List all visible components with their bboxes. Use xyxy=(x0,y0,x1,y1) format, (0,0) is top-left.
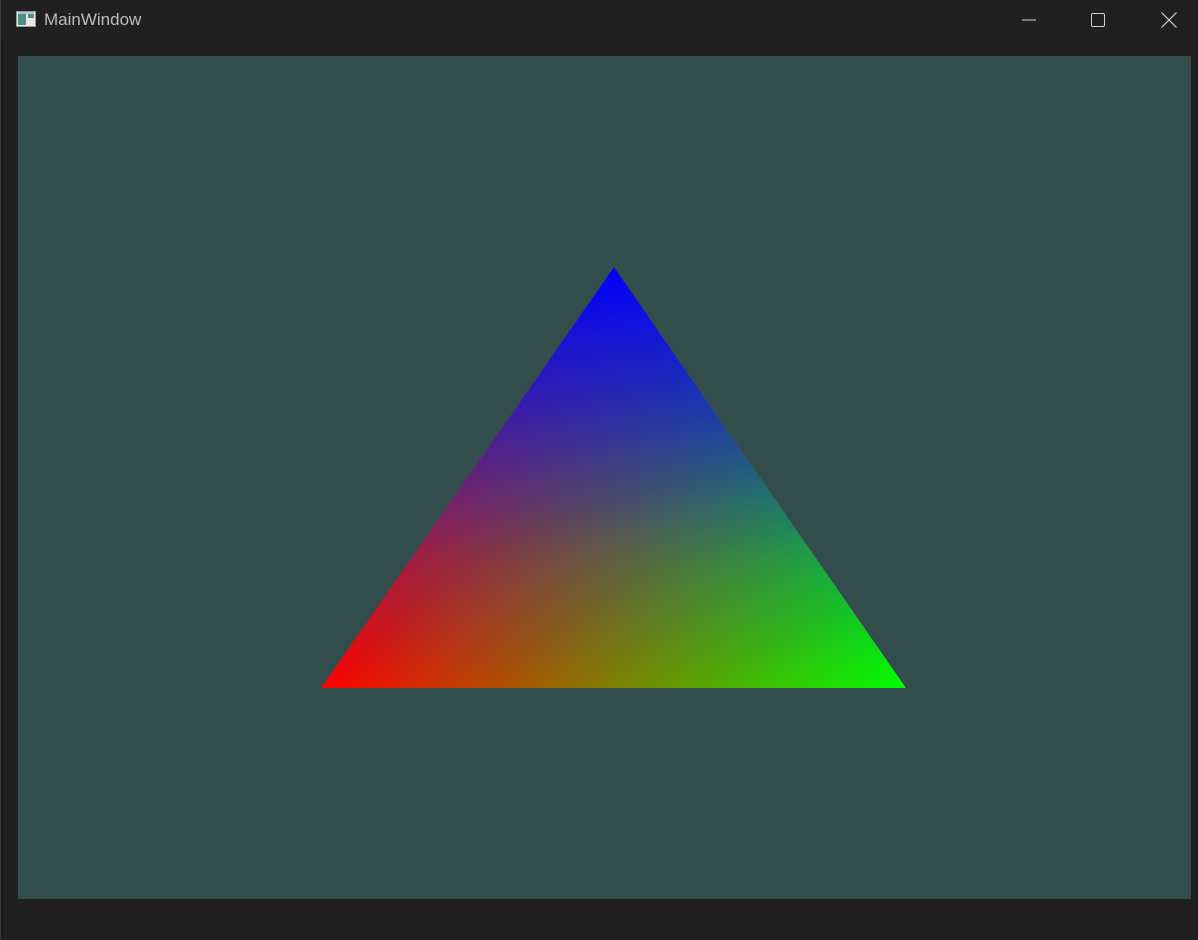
close-button[interactable] xyxy=(1134,0,1198,40)
triangle-canvas xyxy=(321,267,906,688)
close-icon xyxy=(1161,12,1177,28)
rgb-triangle xyxy=(321,267,906,688)
minimize-button[interactable] xyxy=(994,0,1064,40)
minimize-icon xyxy=(1022,13,1036,27)
window-border xyxy=(1,40,4,940)
window-title: MainWindow xyxy=(44,10,142,29)
opengl-viewport[interactable] xyxy=(18,56,1191,899)
main-window: MainWindow xyxy=(0,0,1198,940)
maximize-button[interactable] xyxy=(1063,0,1133,40)
app-window-icon[interactable] xyxy=(16,11,36,27)
maximize-icon xyxy=(1091,13,1105,27)
title-bar[interactable]: MainWindow xyxy=(1,0,1198,40)
